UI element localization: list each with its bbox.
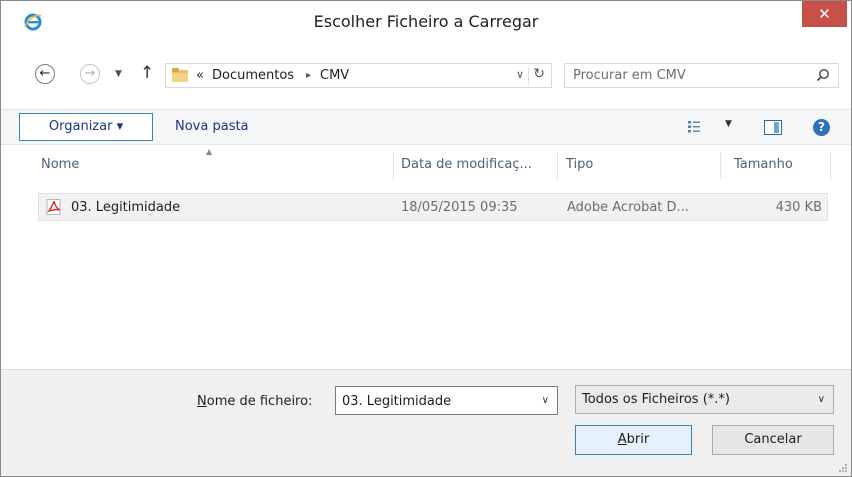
dialog-footer: Nome de ficheiro: 03. Legitimidade ∨ Tod… [1,369,851,476]
address-divider [528,67,529,84]
file-type: Adobe Acrobat D... [567,200,689,215]
search-placeholder: Procurar em CMV [573,68,686,83]
column-divider[interactable] [830,151,831,180]
up-arrow-icon[interactable]: ↑ [140,62,154,84]
column-divider[interactable] [720,151,721,180]
view-options-icon[interactable] [687,120,701,134]
filename-label-mnemonic: N [197,394,207,409]
breadcrumb-separator-icon[interactable]: ▸ [306,70,311,81]
sort-ascending-icon: ▲ [206,147,213,156]
recent-locations-icon[interactable]: ▼ [115,64,122,84]
breadcrumb-overflow[interactable]: « [196,68,204,83]
file-size: 430 KB [775,200,822,215]
organize-button[interactable]: Organizar ▾ [19,113,153,141]
breadcrumb-cmv[interactable]: CMV [320,68,349,83]
window-title: Escolher Ficheiro a Carregar [313,12,539,31]
column-header-size[interactable]: Tamanho [734,157,793,172]
column-header-name[interactable]: Nome [41,157,79,172]
refresh-icon[interactable]: ↻ [533,66,545,82]
preview-pane-icon[interactable] [764,120,782,135]
file-row[interactable]: 03. Legitimidade 18/05/2015 09:35 Adobe … [38,193,828,221]
navigation-bar: ← → ▼ ↑ « Documentos ▸ CMV ∨ ↻ Procurar … [1,57,851,97]
cancel-button[interactable]: Cancelar [712,425,834,455]
search-input[interactable]: Procurar em CMV [564,63,839,88]
open-mnemonic: A [617,432,627,447]
column-divider[interactable] [393,151,394,180]
resize-grip-icon[interactable] [838,463,848,473]
file-name: 03. Legitimidade [71,200,181,215]
column-divider[interactable] [557,151,558,180]
file-type-select[interactable]: Todos os Ficheiros (*.*) ∨ [575,385,834,414]
file-type-dropdown-icon[interactable]: ∨ [818,394,825,405]
file-modified: 18/05/2015 09:35 [401,200,518,215]
help-icon[interactable]: ? [813,119,830,136]
address-bar[interactable]: « Documentos ▸ CMV ∨ ↻ [165,63,552,88]
filename-input[interactable]: 03. Legitimidade ∨ [335,386,558,415]
view-dropdown-icon[interactable]: ▼ [725,119,732,129]
command-toolbar: Organizar ▾ Nova pasta ▼ ? [1,109,851,145]
column-header-type[interactable]: Tipo [566,157,593,172]
search-icon[interactable] [816,68,830,82]
title-bar: Escolher Ficheiro a Carregar ✕ [1,1,851,45]
new-folder-button[interactable]: Nova pasta [175,119,249,134]
file-open-dialog: Escolher Ficheiro a Carregar ✕ ← → ▼ ↑ «… [0,0,852,477]
forward-button[interactable]: → [80,64,100,84]
filename-label-text: ome de ficheiro: [206,394,313,409]
filename-label: Nome de ficheiro: [197,394,312,409]
column-headers: ▲ Nome Data de modificaç... Tipo Tamanho [1,145,851,182]
folder-icon [172,68,188,82]
pdf-file-icon [46,199,61,215]
file-type-value: Todos os Ficheiros (*.*) [582,392,730,407]
address-dropdown-icon[interactable]: ∨ [516,68,524,81]
back-button[interactable]: ← [35,64,55,84]
filename-dropdown-icon[interactable]: ∨ [542,395,549,406]
open-button[interactable]: Abrir [575,425,692,455]
column-header-modified[interactable]: Data de modificaç... [401,157,532,172]
breadcrumb-documentos[interactable]: Documentos [212,68,294,83]
open-label: brir [626,432,650,447]
filename-value: 03. Legitimidade [342,394,452,409]
close-button[interactable]: ✕ [802,1,847,27]
